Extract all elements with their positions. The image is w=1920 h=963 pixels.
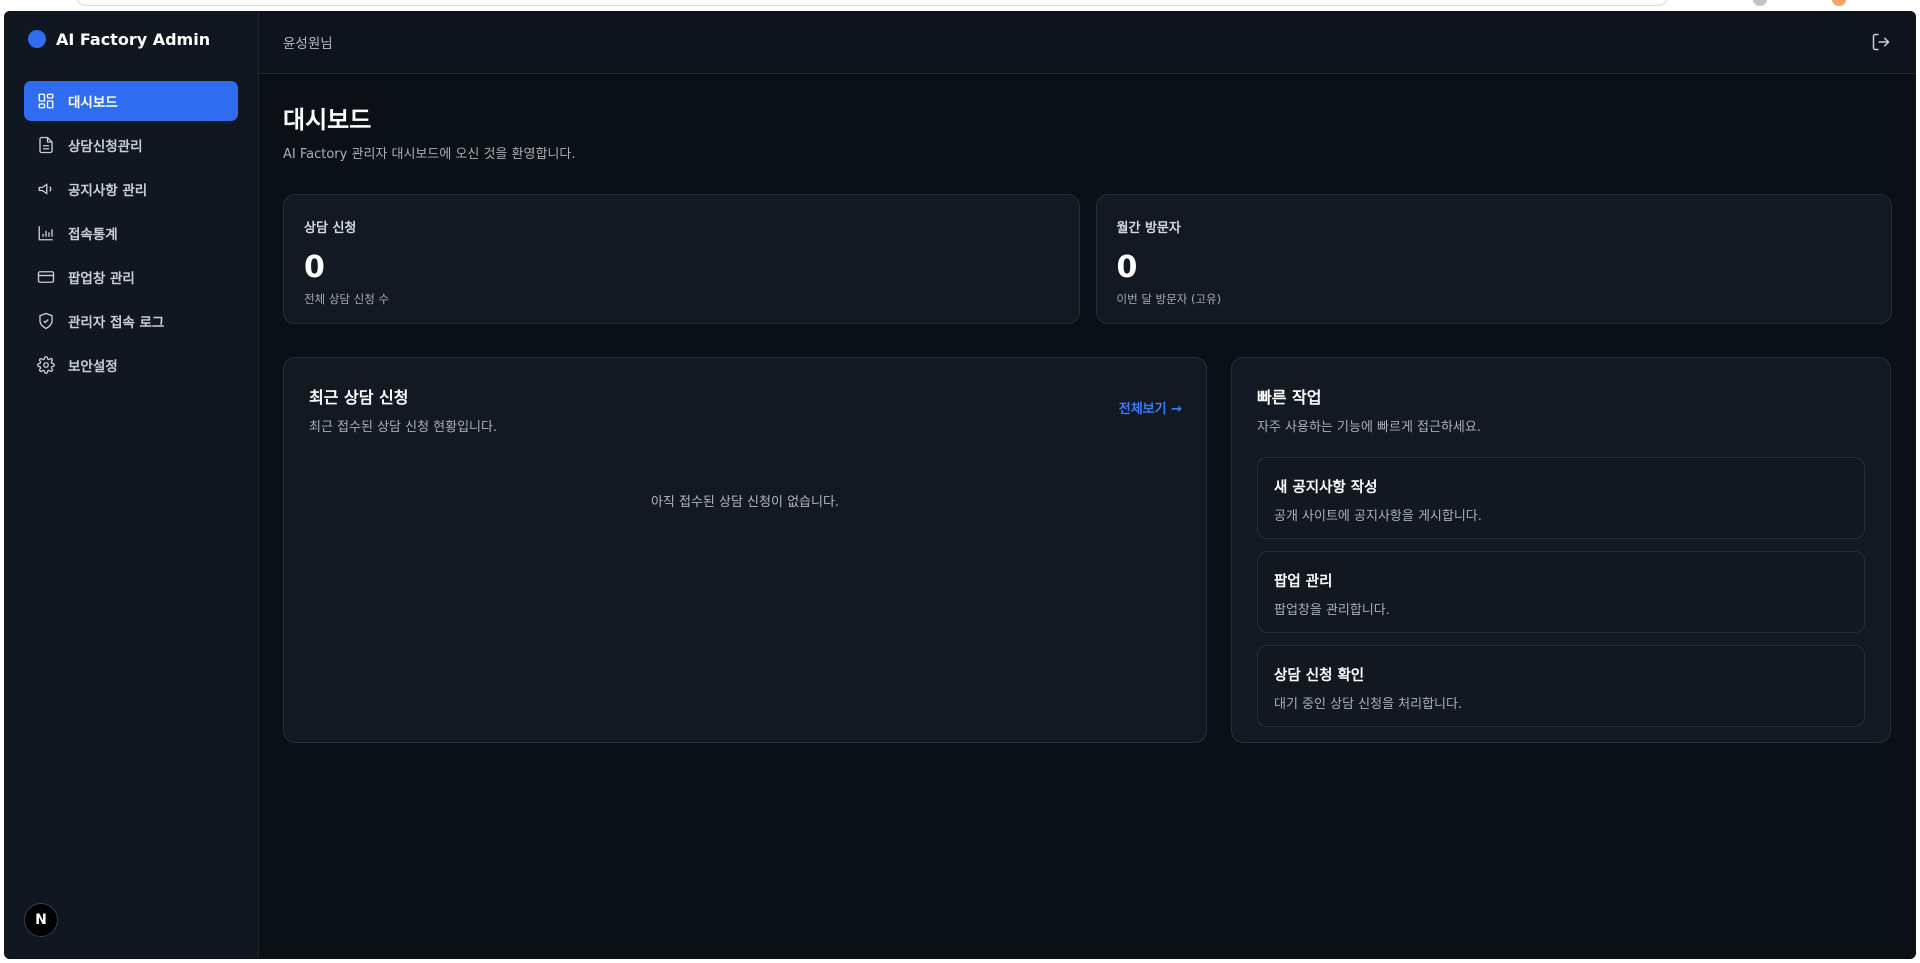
extension-icon [1832,0,1846,6]
panel-title: 최근 상담 신청 [309,388,409,407]
quick-actions-list: 새 공지사항 작성 공개 사이트에 공지사항을 게시합니다. 팝업 관리 팝업창… [1257,457,1865,727]
empty-state-message: 아직 접수된 상담 신청이 없습니다. [650,495,840,510]
logout-icon [1872,33,1890,51]
logout-button[interactable] [1870,31,1892,53]
brand-logo-icon [28,30,46,48]
sidebar: AI Factory Admin 대시보드 상담신청관리 공지사항 관리 접속통… [4,11,259,959]
app-window: AI Factory Admin 대시보드 상담신청관리 공지사항 관리 접속통… [4,11,1916,959]
sidebar-item-popups[interactable]: 팝업창 관리 [24,257,238,297]
topbar: 윤성원님 [259,11,1916,74]
panel-subtitle: 자주 사용하는 기능에 빠르게 접근하세요. [1257,420,1481,435]
document-icon [36,135,56,155]
shield-check-icon [36,311,56,331]
brand[interactable]: AI Factory Admin [4,11,258,67]
panel-subtitle: 최근 접수된 상담 신청 현황입니다. [309,420,498,435]
sidebar-item-security[interactable]: 보안설정 [24,345,238,385]
page-title: 대시보드 [283,106,372,134]
main-area: 윤성원님 대시보드 AI Factory 관리자 대시보드에 오신 것을 환영합… [259,11,1916,959]
dashboard-content: 대시보드 AI Factory 관리자 대시보드에 오신 것을 환영합니다. 상… [259,74,1916,743]
sidebar-nav: 대시보드 상담신청관리 공지사항 관리 접속통계 팝업창 관리 관리자 접속 로… [4,67,258,385]
quick-action-title: 새 공지사항 작성 [1274,480,1378,496]
sidebar-item-label: 접속통계 [68,227,118,243]
stat-label: 상담 신청 [304,221,357,236]
sidebar-item-label: 팝업창 관리 [68,271,135,287]
profile-icon [1753,0,1767,6]
quick-action-desc: 대기 중인 상담 신청을 처리합니다. [1274,697,1463,712]
framework-badge[interactable]: N [24,903,58,937]
sidebar-item-admin-logs[interactable]: 관리자 접속 로그 [24,301,238,341]
quick-action-new-notice[interactable]: 새 공지사항 작성 공개 사이트에 공지사항을 게시합니다. [1257,457,1865,539]
panel-title: 빠른 작업 [1257,388,1322,407]
sidebar-item-notices[interactable]: 공지사항 관리 [24,169,238,209]
browser-top-strip [0,0,1920,11]
page-subtitle: AI Factory 관리자 대시보드에 오신 것을 환영합니다. [283,147,576,162]
stat-value: 0 [1116,250,1138,285]
sidebar-item-dashboard[interactable]: 대시보드 [24,81,238,121]
stat-value: 0 [304,250,325,285]
view-all-link[interactable]: 전체보기 → [1119,398,1182,417]
stat-desc: 전체 상담 신청 수 [304,292,390,306]
quick-actions-panel: 빠른 작업 자주 사용하는 기능에 빠르게 접근하세요. 새 공지사항 작성 공… [1231,357,1891,743]
address-bar-edge [76,0,1668,6]
quick-action-desc: 공개 사이트에 공지사항을 게시합니다. [1274,509,1482,524]
stat-card-consultations: 상담 신청 0 전체 상담 신청 수 [283,194,1080,324]
brand-name: AI Factory Admin [56,29,211,49]
panels-row: 최근 상담 신청 최근 접수된 상담 신청 현황입니다. 전체보기 → 아직 접… [283,357,1892,743]
dashboard-grid-icon [36,91,56,111]
quick-action-desc: 팝업창을 관리합니다. [1274,603,1390,618]
window-card-icon [36,267,56,287]
stat-desc: 이번 달 방문자 (고유) [1116,292,1222,306]
sidebar-item-label: 공지사항 관리 [68,183,148,199]
stat-card-visitors: 월간 방문자 0 이번 달 방문자 (고유) [1095,194,1892,324]
stat-label: 월간 방문자 [1116,221,1181,236]
quick-action-title: 상담 신청 확인 [1274,668,1365,684]
user-name: 윤성원님 [283,36,333,52]
sidebar-item-label: 보안설정 [68,359,118,375]
stats-row: 상담 신청 0 전체 상담 신청 수 월간 방문자 0 이번 달 방문자 (고유… [283,194,1892,324]
quick-action-popups[interactable]: 팝업 관리 팝업창을 관리합니다. [1257,551,1865,633]
quick-action-consultations[interactable]: 상담 신청 확인 대기 중인 상담 신청을 처리합니다. [1257,645,1865,727]
recent-consultations-panel: 최근 상담 신청 최근 접수된 상담 신청 현황입니다. 전체보기 → 아직 접… [283,357,1207,743]
quick-action-title: 팝업 관리 [1274,574,1333,590]
sidebar-item-label: 대시보드 [68,95,118,111]
bar-chart-icon [36,223,56,243]
sidebar-item-label: 상담신청관리 [68,139,143,155]
sidebar-item-consultations[interactable]: 상담신청관리 [24,125,238,165]
sidebar-item-statistics[interactable]: 접속통계 [24,213,238,253]
megaphone-icon [36,179,56,199]
sidebar-item-label: 관리자 접속 로그 [68,315,165,331]
gear-icon [36,355,56,375]
